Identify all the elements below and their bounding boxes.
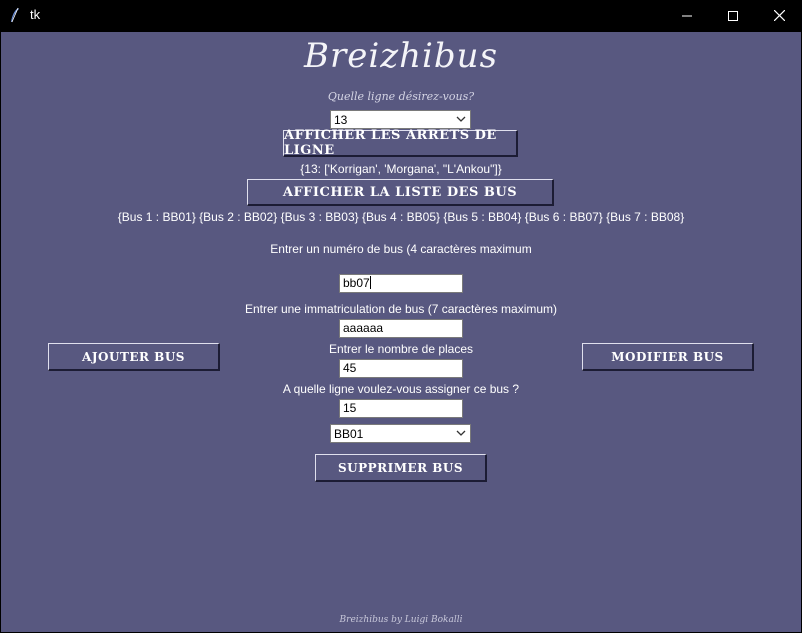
delete-bus-button[interactable]: Supprimer bus	[315, 454, 487, 482]
window-titlebar: tk	[0, 0, 802, 31]
close-button[interactable]	[756, 0, 802, 31]
maximize-icon	[728, 10, 738, 21]
bus-number-value: bb07	[343, 276, 370, 290]
minimize-icon	[682, 15, 692, 16]
line-select[interactable]: 13	[330, 110, 471, 129]
bus-number-label: Entrer un numéro de bus (4 caractères ma…	[270, 242, 532, 256]
footer-credit: Breizhibus by Luigi Bokalli	[339, 615, 463, 625]
seats-input[interactable]: 45	[339, 359, 463, 378]
maximize-button[interactable]	[710, 0, 756, 31]
text-cursor	[369, 276, 371, 289]
chevron-down-icon	[456, 430, 466, 436]
chevron-down-icon	[456, 116, 466, 122]
bus-number-input[interactable]: bb07	[339, 274, 463, 293]
window-title: tk	[30, 7, 41, 22]
close-icon	[773, 10, 785, 21]
registration-label: Entrer une immatriculation de bus (7 car…	[244, 302, 558, 316]
show-stops-button[interactable]: Afficher les arrets de ligne	[283, 128, 518, 158]
app-title: Breizhibus	[303, 36, 499, 76]
buses-result: {Bus 1 : BB01} {Bus 2 : BB02} {Bus 3 : B…	[117, 210, 685, 224]
assign-line-input[interactable]: 15	[339, 399, 463, 418]
bus-select[interactable]: BB01	[330, 424, 471, 443]
add-bus-button[interactable]: Ajouter bus	[48, 343, 220, 371]
assign-line-label: A quelle ligne voulez-vous assigner ce b…	[282, 382, 520, 396]
feather-icon	[11, 7, 19, 23]
registration-input[interactable]: aaaaaa	[339, 319, 463, 338]
line-select-value: 13	[334, 113, 348, 127]
minimize-button[interactable]	[664, 0, 710, 31]
show-buses-button[interactable]: Afficher la liste des bus	[247, 179, 554, 206]
modify-bus-button[interactable]: Modifier bus	[582, 343, 754, 371]
stops-result: {13: ['Korrigan', 'Morgana', "L'Ankou"]}	[300, 162, 502, 176]
line-question: Quelle ligne désirez-vous?	[327, 90, 475, 103]
bus-select-value: BB01	[334, 427, 364, 441]
